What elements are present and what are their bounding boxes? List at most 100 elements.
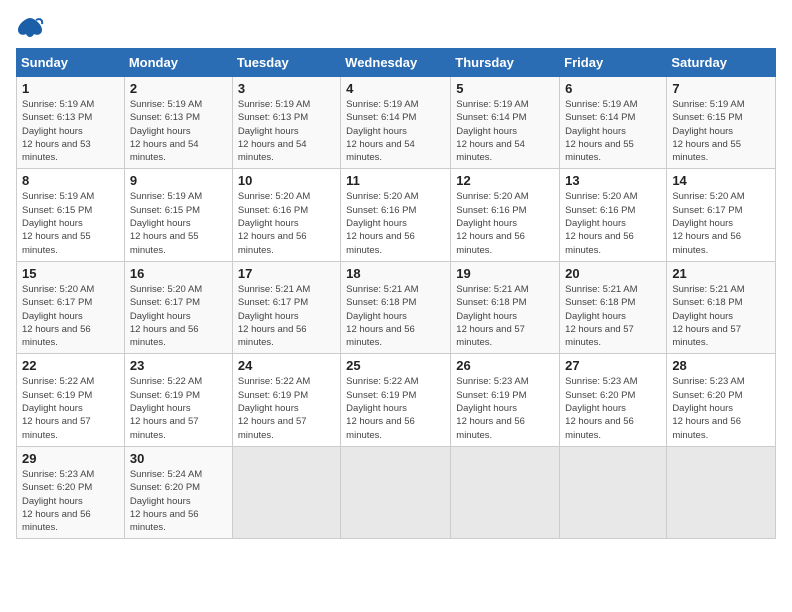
calendar-week-row: 1 Sunrise: 5:19 AM Sunset: 6:13 PM Dayli… (17, 77, 776, 169)
calendar-day-cell: 25 Sunrise: 5:22 AM Sunset: 6:19 PM Dayl… (341, 354, 451, 446)
calendar-day-cell: 12 Sunrise: 5:20 AM Sunset: 6:16 PM Dayl… (451, 169, 560, 261)
day-number: 11 (346, 173, 445, 188)
day-number: 26 (456, 358, 554, 373)
day-info: Sunrise: 5:22 AM Sunset: 6:19 PM Dayligh… (238, 375, 335, 441)
day-info: Sunrise: 5:21 AM Sunset: 6:18 PM Dayligh… (456, 283, 554, 349)
day-number: 19 (456, 266, 554, 281)
day-number: 4 (346, 81, 445, 96)
day-number: 20 (565, 266, 661, 281)
page-header (16, 16, 776, 38)
calendar-day-cell (232, 446, 340, 538)
day-number: 7 (672, 81, 770, 96)
day-number: 15 (22, 266, 119, 281)
day-info: Sunrise: 5:20 AM Sunset: 6:16 PM Dayligh… (456, 190, 554, 256)
weekday-header: Friday (560, 49, 667, 77)
day-info: Sunrise: 5:20 AM Sunset: 6:16 PM Dayligh… (238, 190, 335, 256)
day-info: Sunrise: 5:19 AM Sunset: 6:13 PM Dayligh… (22, 98, 119, 164)
calendar-week-row: 8 Sunrise: 5:19 AM Sunset: 6:15 PM Dayli… (17, 169, 776, 261)
day-info: Sunrise: 5:19 AM Sunset: 6:14 PM Dayligh… (456, 98, 554, 164)
day-number: 13 (565, 173, 661, 188)
calendar-day-cell (341, 446, 451, 538)
logo (16, 16, 48, 38)
calendar-day-cell: 17 Sunrise: 5:21 AM Sunset: 6:17 PM Dayl… (232, 261, 340, 353)
day-number: 24 (238, 358, 335, 373)
weekday-header: Monday (124, 49, 232, 77)
calendar-day-cell: 9 Sunrise: 5:19 AM Sunset: 6:15 PM Dayli… (124, 169, 232, 261)
day-info: Sunrise: 5:20 AM Sunset: 6:17 PM Dayligh… (22, 283, 119, 349)
day-info: Sunrise: 5:23 AM Sunset: 6:20 PM Dayligh… (565, 375, 661, 441)
day-number: 25 (346, 358, 445, 373)
day-info: Sunrise: 5:19 AM Sunset: 6:14 PM Dayligh… (346, 98, 445, 164)
day-info: Sunrise: 5:22 AM Sunset: 6:19 PM Dayligh… (130, 375, 227, 441)
calendar-day-cell (667, 446, 776, 538)
calendar-day-cell: 30 Sunrise: 5:24 AM Sunset: 6:20 PM Dayl… (124, 446, 232, 538)
calendar-day-cell: 4 Sunrise: 5:19 AM Sunset: 6:14 PM Dayli… (341, 77, 451, 169)
day-info: Sunrise: 5:21 AM Sunset: 6:18 PM Dayligh… (672, 283, 770, 349)
day-info: Sunrise: 5:24 AM Sunset: 6:20 PM Dayligh… (130, 468, 227, 534)
calendar-day-cell: 6 Sunrise: 5:19 AM Sunset: 6:14 PM Dayli… (560, 77, 667, 169)
day-info: Sunrise: 5:22 AM Sunset: 6:19 PM Dayligh… (22, 375, 119, 441)
day-number: 29 (22, 451, 119, 466)
weekday-header: Thursday (451, 49, 560, 77)
calendar-day-cell: 13 Sunrise: 5:20 AM Sunset: 6:16 PM Dayl… (560, 169, 667, 261)
calendar-week-row: 22 Sunrise: 5:22 AM Sunset: 6:19 PM Dayl… (17, 354, 776, 446)
day-number: 2 (130, 81, 227, 96)
day-number: 8 (22, 173, 119, 188)
calendar-day-cell: 15 Sunrise: 5:20 AM Sunset: 6:17 PM Dayl… (17, 261, 125, 353)
calendar-day-cell: 5 Sunrise: 5:19 AM Sunset: 6:14 PM Dayli… (451, 77, 560, 169)
calendar-day-cell: 7 Sunrise: 5:19 AM Sunset: 6:15 PM Dayli… (667, 77, 776, 169)
calendar-day-cell: 18 Sunrise: 5:21 AM Sunset: 6:18 PM Dayl… (341, 261, 451, 353)
calendar-day-cell: 10 Sunrise: 5:20 AM Sunset: 6:16 PM Dayl… (232, 169, 340, 261)
day-number: 27 (565, 358, 661, 373)
day-info: Sunrise: 5:19 AM Sunset: 6:13 PM Dayligh… (130, 98, 227, 164)
day-info: Sunrise: 5:23 AM Sunset: 6:19 PM Dayligh… (456, 375, 554, 441)
day-info: Sunrise: 5:20 AM Sunset: 6:16 PM Dayligh… (346, 190, 445, 256)
day-number: 18 (346, 266, 445, 281)
day-info: Sunrise: 5:20 AM Sunset: 6:16 PM Dayligh… (565, 190, 661, 256)
day-number: 6 (565, 81, 661, 96)
day-number: 22 (22, 358, 119, 373)
day-number: 28 (672, 358, 770, 373)
calendar-day-cell: 21 Sunrise: 5:21 AM Sunset: 6:18 PM Dayl… (667, 261, 776, 353)
day-info: Sunrise: 5:20 AM Sunset: 6:17 PM Dayligh… (672, 190, 770, 256)
calendar-day-cell: 1 Sunrise: 5:19 AM Sunset: 6:13 PM Dayli… (17, 77, 125, 169)
weekday-header: Wednesday (341, 49, 451, 77)
day-info: Sunrise: 5:22 AM Sunset: 6:19 PM Dayligh… (346, 375, 445, 441)
header-row: SundayMondayTuesdayWednesdayThursdayFrid… (17, 49, 776, 77)
calendar-week-row: 29 Sunrise: 5:23 AM Sunset: 6:20 PM Dayl… (17, 446, 776, 538)
day-info: Sunrise: 5:21 AM Sunset: 6:18 PM Dayligh… (565, 283, 661, 349)
day-info: Sunrise: 5:19 AM Sunset: 6:15 PM Dayligh… (672, 98, 770, 164)
calendar-day-cell: 14 Sunrise: 5:20 AM Sunset: 6:17 PM Dayl… (667, 169, 776, 261)
calendar-day-cell: 19 Sunrise: 5:21 AM Sunset: 6:18 PM Dayl… (451, 261, 560, 353)
day-number: 14 (672, 173, 770, 188)
day-number: 9 (130, 173, 227, 188)
day-info: Sunrise: 5:19 AM Sunset: 6:15 PM Dayligh… (130, 190, 227, 256)
day-info: Sunrise: 5:19 AM Sunset: 6:14 PM Dayligh… (565, 98, 661, 164)
weekday-header: Sunday (17, 49, 125, 77)
day-number: 23 (130, 358, 227, 373)
day-info: Sunrise: 5:23 AM Sunset: 6:20 PM Dayligh… (672, 375, 770, 441)
day-number: 21 (672, 266, 770, 281)
calendar-day-cell (451, 446, 560, 538)
day-number: 17 (238, 266, 335, 281)
calendar-day-cell: 11 Sunrise: 5:20 AM Sunset: 6:16 PM Dayl… (341, 169, 451, 261)
day-info: Sunrise: 5:19 AM Sunset: 6:15 PM Dayligh… (22, 190, 119, 256)
calendar-day-cell: 8 Sunrise: 5:19 AM Sunset: 6:15 PM Dayli… (17, 169, 125, 261)
day-number: 3 (238, 81, 335, 96)
calendar-day-cell: 29 Sunrise: 5:23 AM Sunset: 6:20 PM Dayl… (17, 446, 125, 538)
day-number: 30 (130, 451, 227, 466)
calendar-day-cell: 22 Sunrise: 5:22 AM Sunset: 6:19 PM Dayl… (17, 354, 125, 446)
calendar-day-cell: 23 Sunrise: 5:22 AM Sunset: 6:19 PM Dayl… (124, 354, 232, 446)
day-info: Sunrise: 5:21 AM Sunset: 6:18 PM Dayligh… (346, 283, 445, 349)
calendar-day-cell (560, 446, 667, 538)
day-info: Sunrise: 5:19 AM Sunset: 6:13 PM Dayligh… (238, 98, 335, 164)
day-number: 12 (456, 173, 554, 188)
calendar-day-cell: 27 Sunrise: 5:23 AM Sunset: 6:20 PM Dayl… (560, 354, 667, 446)
day-number: 5 (456, 81, 554, 96)
day-number: 16 (130, 266, 227, 281)
calendar-table: SundayMondayTuesdayWednesdayThursdayFrid… (16, 48, 776, 539)
logo-icon (16, 16, 44, 38)
calendar-day-cell: 28 Sunrise: 5:23 AM Sunset: 6:20 PM Dayl… (667, 354, 776, 446)
calendar-day-cell: 20 Sunrise: 5:21 AM Sunset: 6:18 PM Dayl… (560, 261, 667, 353)
weekday-header: Saturday (667, 49, 776, 77)
